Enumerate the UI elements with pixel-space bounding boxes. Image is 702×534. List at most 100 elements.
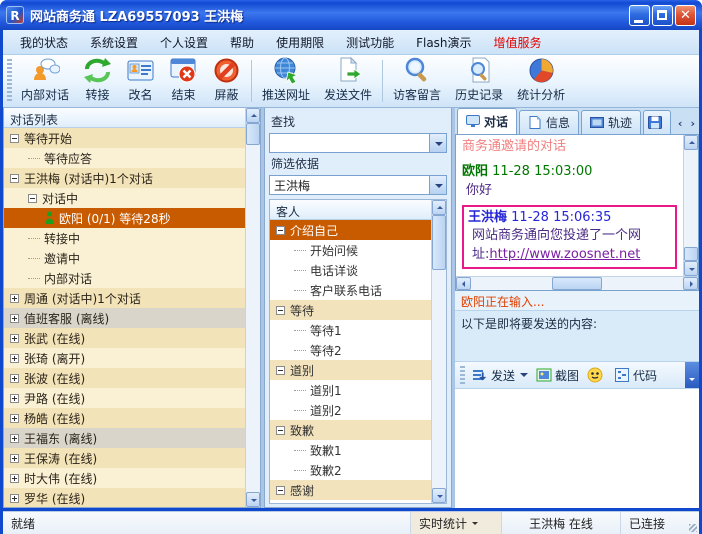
- tree-item-transferring[interactable]: 转接中: [4, 228, 245, 248]
- tree-item-agent-zhangwu[interactable]: 张武 (在线): [4, 328, 245, 348]
- reply-cat-farewell[interactable]: 道别: [270, 360, 431, 380]
- scroll-up-button[interactable]: [246, 108, 260, 123]
- reply-item[interactable]: 等待1: [270, 320, 431, 340]
- scrollbar-track[interactable]: [602, 277, 683, 290]
- scroll-down-button[interactable]: [432, 488, 446, 503]
- expand-icon[interactable]: [10, 334, 19, 343]
- push-url-button[interactable]: 推送网址: [255, 55, 317, 107]
- transfer-button[interactable]: 转接: [76, 55, 119, 107]
- maximize-button[interactable]: [652, 5, 673, 26]
- rename-button[interactable]: 改名: [119, 55, 162, 107]
- toolbar-grip[interactable]: [460, 366, 465, 384]
- tree-item-duty-service[interactable]: 值班客服 (离线): [4, 308, 245, 328]
- emoticon-button[interactable]: [583, 365, 610, 385]
- scrollbar-track[interactable]: [246, 145, 260, 492]
- pushed-url-link[interactable]: http://www.zoosnet.net: [489, 247, 640, 262]
- reply-item[interactable]: 电话详谈: [270, 260, 431, 280]
- reply-cat-introduce[interactable]: 介绍自己: [270, 220, 431, 240]
- tree-item-waiting-start[interactable]: 等待开始: [4, 128, 245, 148]
- chat-scrollbar[interactable]: [683, 135, 698, 276]
- realtime-stats-dropdown[interactable]: 实时统计: [410, 512, 502, 534]
- close-button[interactable]: ✕: [675, 5, 696, 26]
- scroll-down-button[interactable]: [246, 492, 260, 507]
- expand-icon[interactable]: [10, 354, 19, 363]
- reply-cat-apology[interactable]: 致歉: [270, 420, 431, 440]
- send-file-button[interactable]: 发送文件: [317, 55, 379, 107]
- menu-my-status[interactable]: 我的状态: [9, 30, 79, 55]
- tab-conversation[interactable]: 对话: [457, 108, 517, 134]
- tree-item-agent-yinlu[interactable]: 尹路 (在线): [4, 388, 245, 408]
- collapse-icon[interactable]: [28, 194, 37, 203]
- chat-horizontal-scrollbar[interactable]: [456, 276, 698, 290]
- scrollbar-thumb[interactable]: [552, 277, 602, 290]
- resize-grip[interactable]: [686, 512, 699, 534]
- menu-flash-demo[interactable]: Flash演示: [405, 30, 482, 55]
- scrollbar-thumb[interactable]: [684, 247, 698, 261]
- tree-item-agent-zhangqi[interactable]: 张琦 (离开): [4, 348, 245, 368]
- send-button[interactable]: 发送: [468, 365, 519, 386]
- conversation-list-scrollbar[interactable]: [245, 108, 260, 507]
- reply-item[interactable]: 道别1: [270, 380, 431, 400]
- tree-item-waiting-answer[interactable]: 等待应答: [4, 148, 245, 168]
- code-button[interactable]: 代码: [610, 365, 661, 386]
- menu-system-settings[interactable]: 系统设置: [79, 30, 149, 55]
- screenshot-button[interactable]: 截图: [532, 365, 583, 386]
- tree-item-agent-shidawei[interactable]: 时大伟 (在线): [4, 468, 245, 488]
- reply-cat-thanks[interactable]: 感谢: [270, 480, 431, 500]
- expand-icon[interactable]: [10, 394, 19, 403]
- scroll-down-button[interactable]: [684, 261, 698, 276]
- collapse-icon[interactable]: [276, 366, 285, 375]
- tree-item-inviting[interactable]: 邀请中: [4, 248, 245, 268]
- scroll-right-button[interactable]: [683, 277, 698, 290]
- tree-item-agent-zhoutong[interactable]: 周通 (对话中)1个对话: [4, 288, 245, 308]
- internal-chat-button[interactable]: 内部对话: [14, 55, 76, 107]
- toolbar-grip[interactable]: [7, 59, 12, 103]
- filter-value[interactable]: 王洪梅: [270, 177, 429, 194]
- canned-reply-scrollbar[interactable]: [431, 200, 446, 503]
- scroll-up-button[interactable]: [432, 200, 446, 215]
- scroll-left-button[interactable]: [456, 277, 471, 290]
- reply-item[interactable]: 致歉2: [270, 460, 431, 480]
- scrollbar-track[interactable]: [432, 270, 446, 488]
- menu-personal-settings[interactable]: 个人设置: [149, 30, 219, 55]
- scrollbar-thumb[interactable]: [246, 123, 260, 145]
- reply-item[interactable]: 道别2: [270, 400, 431, 420]
- expand-icon[interactable]: [10, 434, 19, 443]
- tab-trace[interactable]: 轨迹: [581, 110, 641, 134]
- expand-icon[interactable]: [10, 454, 19, 463]
- scroll-up-button[interactable]: [684, 135, 698, 150]
- collapse-icon[interactable]: [10, 134, 19, 143]
- send-options-chevron-icon[interactable]: [520, 373, 528, 381]
- expand-icon[interactable]: [10, 474, 19, 483]
- scrollbar-track[interactable]: [684, 150, 698, 247]
- expand-icon[interactable]: [10, 414, 19, 423]
- collapse-icon[interactable]: [276, 306, 285, 315]
- expand-icon[interactable]: [10, 294, 19, 303]
- expand-icon[interactable]: [10, 494, 19, 503]
- scrollbar-track[interactable]: [471, 277, 552, 290]
- menu-license-period[interactable]: 使用期限: [265, 30, 335, 55]
- expand-icon[interactable]: [10, 314, 19, 323]
- expand-icon[interactable]: [10, 374, 19, 383]
- reply-item[interactable]: 开始问候: [270, 240, 431, 260]
- tree-item-agent-wangfudong[interactable]: 王福东 (离线): [4, 428, 245, 448]
- menu-help[interactable]: 帮助: [219, 30, 265, 55]
- stats-button[interactable]: 统计分析: [510, 55, 572, 107]
- title-bar[interactable]: R 网站商务通 LZA69557093 王洪梅 ✕: [0, 0, 702, 30]
- tab-scroll-right-icon[interactable]: ›: [690, 117, 695, 130]
- tree-item-visitor-ouyang[interactable]: 欧阳 (0/1) 等待28秒: [4, 208, 245, 228]
- tree-item-internal-chat[interactable]: 内部对话: [4, 268, 245, 288]
- tab-save[interactable]: [643, 110, 671, 134]
- collapse-icon[interactable]: [276, 226, 285, 235]
- tree-item-agent-luohua[interactable]: 罗华 (在线): [4, 488, 245, 507]
- tab-info[interactable]: 信息: [519, 110, 579, 134]
- filter-combobox[interactable]: 王洪梅: [269, 175, 447, 195]
- reply-item[interactable]: 客户联系电话: [270, 280, 431, 300]
- reply-item[interactable]: 感谢1: [270, 500, 431, 503]
- toolbar-overflow-chevron-icon[interactable]: [685, 362, 699, 388]
- tree-item-agent-yanghao[interactable]: 杨皓 (在线): [4, 408, 245, 428]
- collapse-icon[interactable]: [276, 486, 285, 495]
- collapse-icon[interactable]: [276, 426, 285, 435]
- tree-item-agent-wanghongmei[interactable]: 王洪梅 (对话中)1个对话: [4, 168, 245, 188]
- minimize-button[interactable]: [629, 5, 650, 26]
